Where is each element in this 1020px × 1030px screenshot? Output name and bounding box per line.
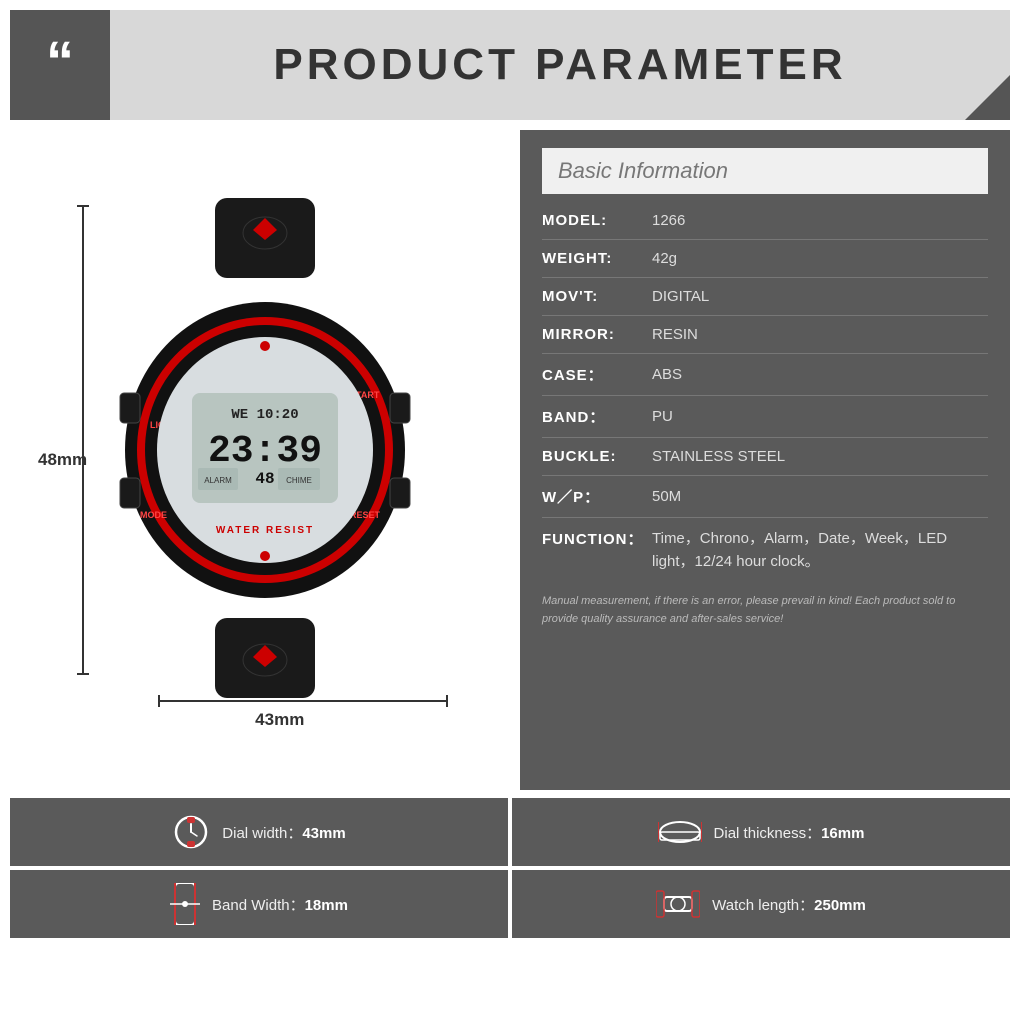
- header-bar: “ PRODUCT PARAMETER: [10, 10, 1010, 120]
- specs-header: Basic Information: [542, 148, 988, 194]
- main-content: 48mm 43mm: [10, 130, 1010, 790]
- bottom-cell-band-width: Band Width：18mm: [10, 870, 508, 938]
- horizontal-dim-line: [158, 700, 448, 702]
- spec-row-buckle: BUCKLE: STAINLESS STEEL: [542, 448, 988, 476]
- spec-value-mirror: RESIN: [652, 326, 698, 343]
- specs-panel: Basic Information MODEL: 1266 WEIGHT: 42…: [520, 130, 1010, 790]
- quote-box: “: [10, 10, 110, 120]
- dial-width-label: Dial width：43mm: [222, 822, 345, 843]
- svg-text:23:39: 23:39: [208, 430, 322, 473]
- bottom-strip-row1: Dial width：43mm Dial thickness：16mm: [10, 798, 1010, 866]
- spec-key-band: BAND：: [542, 406, 652, 427]
- bottom-cell-dial-width: Dial width：43mm: [10, 798, 508, 866]
- svg-text:MODE: MODE: [140, 510, 167, 520]
- spec-key-mirror: MIRROR:: [542, 326, 652, 343]
- spec-row-mirror: MIRROR: RESIN: [542, 326, 988, 354]
- spec-key-function: FUNCTION：: [542, 528, 652, 549]
- bottom-cell-watch-length: Watch length：250mm: [512, 870, 1010, 938]
- spec-value-band: PU: [652, 408, 673, 425]
- bottom-cell-dial-thickness: Dial thickness：16mm: [512, 798, 1010, 866]
- svg-text:WE 10:20: WE 10:20: [231, 407, 298, 423]
- spec-value-wp: 50M: [652, 488, 681, 505]
- spec-row-case: CASE： ABS: [542, 364, 988, 396]
- watch-area: 48mm 43mm: [10, 130, 520, 790]
- band-width-icon: [170, 883, 200, 925]
- specs-section-title: Basic Information: [558, 158, 728, 183]
- corner-triangle: [965, 75, 1010, 120]
- spec-value-buckle: STAINLESS STEEL: [652, 448, 785, 465]
- spec-key-model: MODEL:: [542, 212, 652, 229]
- watch-face-icon: [172, 813, 210, 851]
- watch-image: LIGHT START MODE RESET WE 10:20 23:39: [110, 198, 420, 703]
- vertical-dim-line: [82, 205, 84, 675]
- spec-key-weight: WEIGHT:: [542, 250, 652, 267]
- page-title: PRODUCT PARAMETER: [273, 40, 846, 90]
- header-title-area: PRODUCT PARAMETER: [110, 10, 1010, 120]
- bottom-strip-row2: Band Width：18mm Watch length：250mm: [10, 870, 1010, 938]
- watch-length-label: Watch length：250mm: [712, 894, 866, 915]
- spec-key-movt: MOV'T:: [542, 288, 652, 305]
- quote-icon: “: [46, 33, 74, 89]
- vertical-dim-label: 48mm: [38, 450, 87, 470]
- spec-value-weight: 42g: [652, 250, 677, 267]
- horizontal-dim-label: 43mm: [255, 710, 304, 730]
- svg-text:CHIME: CHIME: [286, 476, 312, 485]
- svg-text:ALARM: ALARM: [204, 476, 232, 485]
- spec-row-band: BAND： PU: [542, 406, 988, 438]
- band-width-label: Band Width：18mm: [212, 894, 348, 915]
- spec-row-weight: WEIGHT: 42g: [542, 250, 988, 278]
- watch-length-icon: [656, 889, 700, 919]
- dial-thickness-icon: [658, 818, 702, 846]
- spec-value-function: Time，Chrono，Alarm，Date，Week，LED light，12…: [652, 528, 988, 573]
- spec-row-function: FUNCTION： Time，Chrono，Alarm，Date，Week，LE…: [542, 528, 988, 583]
- spec-row-wp: W／P： 50M: [542, 486, 988, 518]
- spec-key-buckle: BUCKLE:: [542, 448, 652, 465]
- specs-note: Manual measurement, if there is an error…: [542, 593, 988, 628]
- spec-key-case: CASE：: [542, 364, 652, 385]
- spec-key-wp: W／P：: [542, 486, 652, 507]
- spec-value-model: 1266: [652, 212, 685, 229]
- dial-thickness-label: Dial thickness：16mm: [714, 822, 865, 843]
- spec-value-case: ABS: [652, 366, 682, 383]
- spec-row-model: MODEL: 1266: [542, 212, 988, 240]
- svg-text:WATER RESIST: WATER RESIST: [216, 525, 314, 536]
- spec-row-movt: MOV'T: DIGITAL: [542, 288, 988, 316]
- svg-text:48: 48: [255, 470, 274, 488]
- spec-value-movt: DIGITAL: [652, 288, 709, 305]
